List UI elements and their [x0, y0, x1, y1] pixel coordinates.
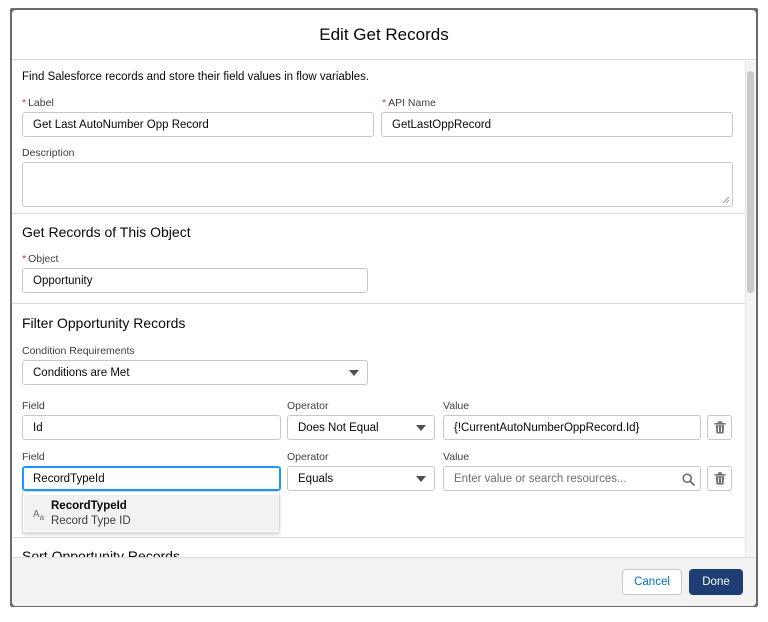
sort-section-title: Sort Opportunity Records [22, 548, 180, 557]
field-autocomplete-dropdown: Aa RecordTypeId Record Type ID [22, 491, 280, 533]
modal-footer: Cancel Done [12, 557, 756, 606]
row1-operator-select[interactable]: Does Not Equal [287, 415, 435, 440]
row1-field-input[interactable]: Id [22, 415, 281, 440]
row2-delete-button[interactable] [707, 466, 732, 491]
search-icon[interactable] [682, 473, 695, 486]
condition-requirements-select[interactable]: Conditions are Met [22, 360, 368, 385]
row1-value-label: Value [443, 400, 470, 412]
trash-icon [714, 472, 725, 485]
modal-title: Edit Get Records [319, 24, 449, 44]
row1-delete-button[interactable] [707, 415, 732, 440]
resize-grip-icon[interactable] [722, 196, 730, 204]
row2-value-input[interactable]: Enter value or search resources... [443, 466, 701, 491]
row2-field-input[interactable]: RecordTypeId [22, 466, 281, 491]
object-input[interactable]: Opportunity [22, 268, 368, 293]
row2-value-label: Value [443, 451, 470, 463]
row1-operator-label: Operator [287, 400, 329, 412]
dropdown-option-name: RecordTypeId [51, 500, 127, 512]
cancel-button[interactable]: Cancel [622, 569, 682, 595]
api-name-field-label: * API Name [382, 97, 436, 109]
text-field-icon: Aa [33, 509, 45, 522]
dropdown-option-sublabel: Record Type ID [51, 515, 131, 527]
row1-value-input[interactable]: {!CurrentAutoNumberOppRecord.Id} [443, 415, 701, 440]
condition-requirements-label: Condition Requirements [22, 345, 135, 357]
api-name-input[interactable]: GetLastOppRecord [381, 112, 733, 137]
filter-section-title: Filter Opportunity Records [22, 315, 186, 331]
object-field-label: * Object [22, 253, 59, 265]
description-field-label: Description [22, 147, 75, 159]
done-button[interactable]: Done [689, 569, 743, 595]
trash-icon [714, 421, 725, 434]
sort-section: Sort Opportunity Records [12, 538, 745, 557]
row2-operator-label: Operator [287, 451, 329, 463]
edit-get-records-modal: Edit Get Records Find Salesforce records… [12, 10, 756, 606]
chevron-down-icon [416, 476, 426, 482]
chevron-down-icon [416, 425, 426, 431]
description-textarea[interactable] [22, 162, 733, 207]
scrollbar-thumb[interactable] [747, 71, 754, 293]
label-input[interactable]: Get Last AutoNumber Opp Record [22, 112, 374, 137]
object-section: Get Records of This Object * Object Oppor… [12, 214, 745, 304]
row2-operator-select[interactable]: Equals [287, 466, 435, 491]
object-section-title: Get Records of This Object [22, 224, 191, 240]
dropdown-option-recordtypeid[interactable]: Aa RecordTypeId Record Type ID [24, 495, 279, 531]
intro-text: Find Salesforce records and store their … [22, 71, 370, 83]
label-field-label: * Label [22, 97, 54, 109]
modal-header: Edit Get Records [12, 10, 756, 60]
general-section: Find Salesforce records and store their … [12, 61, 745, 214]
row2-field-label: Field [22, 451, 45, 463]
modal-body[interactable]: Find Salesforce records and store their … [12, 61, 756, 557]
row1-field-label: Field [22, 400, 45, 412]
chevron-down-icon [349, 370, 359, 376]
